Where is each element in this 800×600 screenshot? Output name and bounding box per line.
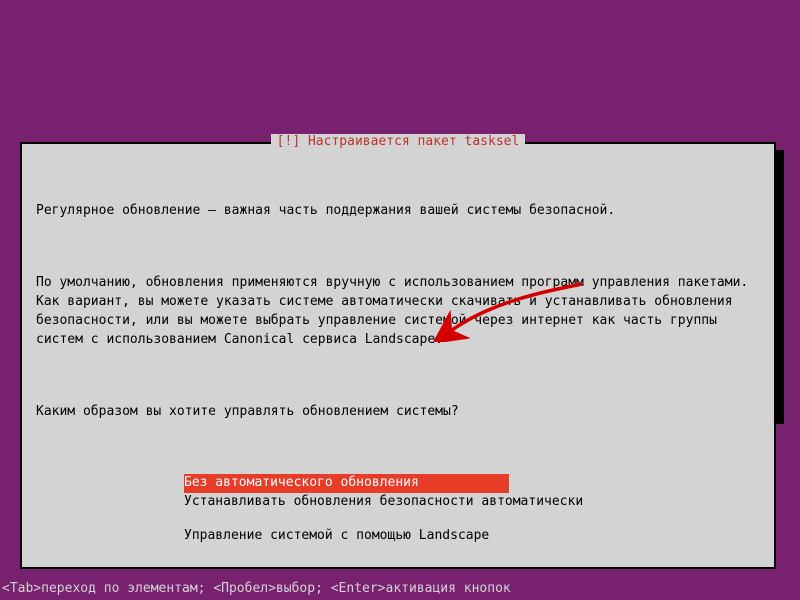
tasksel-dialog: [!] Настраивается пакет tasksel Регулярн… xyxy=(20,142,776,569)
dialog-body: Регулярное обновление – важная часть под… xyxy=(36,164,760,474)
footer-hint: <Tab>переход по элементам; <Пробел>выбор… xyxy=(2,581,511,596)
option-security-auto[interactable]: Устанавливать обновления безопасности ав… xyxy=(184,493,760,512)
option-no-auto-update[interactable]: Без автоматического обновления xyxy=(184,474,509,493)
dialog-title-wrap: [!] Настраивается пакет tasksel xyxy=(22,134,774,149)
option-landscape[interactable]: Управление системой с помощью Landscape xyxy=(184,527,760,546)
update-question: Каким образом вы хотите управлять обновл… xyxy=(36,403,760,422)
dialog-title: [!] Настраивается пакет tasksel xyxy=(271,134,526,149)
paragraph-1: Регулярное обновление – важная часть под… xyxy=(36,202,760,221)
paragraph-2: По умолчанию, обновления применяются вру… xyxy=(36,274,760,349)
options-list: Без автоматического обновления Устанавли… xyxy=(36,474,760,546)
